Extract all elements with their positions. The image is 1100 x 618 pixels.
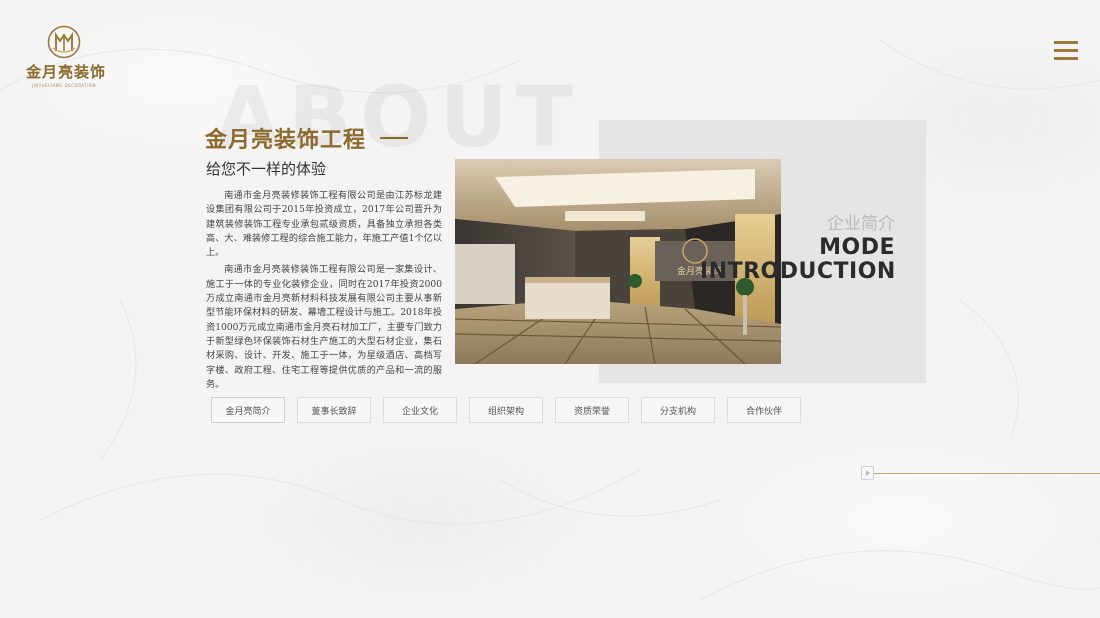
tab-company-profile[interactable]: 金月亮简介 [211, 397, 285, 423]
menu-button[interactable] [1054, 41, 1078, 61]
brand-name: 金月亮装饰 [26, 63, 107, 81]
tab-chairman-message[interactable]: 董事长致辞 [297, 397, 371, 423]
hamburger-icon [1054, 57, 1078, 60]
moon-logo-icon [47, 25, 81, 59]
hamburger-icon [1054, 49, 1078, 52]
tab-qualifications[interactable]: 资质荣誉 [555, 397, 629, 423]
tab-partners[interactable]: 合作伙伴 [727, 397, 801, 423]
page-title: 金月亮装饰工程 [205, 128, 367, 153]
intro-paragraph: 南通市金月亮装修装饰工程有限公司是一家集设计、施工于一体的专业化装修企业，同时在… [206, 265, 442, 390]
tab-branches[interactable]: 分支机构 [641, 397, 715, 423]
introduction-line: INTRODUCTION [700, 259, 896, 284]
about-tabs: 金月亮简介 董事长致辞 企业文化 组织架构 资质荣誉 分支机构 合作伙伴 [211, 397, 813, 423]
mode-line: MODE [819, 235, 895, 260]
intro-paragraph: 南通市金月亮装修装饰工程有限公司是由江苏标龙建设集团有限公司于2015年投资成立… [206, 191, 442, 259]
slider-handle-icon[interactable] [861, 466, 874, 480]
section-heading: 金月亮装饰工程 [205, 122, 409, 154]
tab-corporate-culture[interactable]: 企业文化 [383, 397, 457, 423]
title-divider [380, 137, 409, 139]
company-intro: 南通市金月亮装修装饰工程有限公司是由江苏标龙建设集团有限公司于2015年投资成立… [206, 189, 442, 395]
brand-logo[interactable]: 金月亮装饰 JINYUELIANG DECORATION [26, 24, 107, 88]
brand-subtitle: JINYUELIANG DECORATION [31, 83, 97, 88]
mode-introduction-heading: MODE INTRODUCTION [700, 236, 895, 284]
tab-organization[interactable]: 组织架构 [469, 397, 543, 423]
slider-track [873, 473, 1100, 474]
panel-label: 企业简介 [827, 214, 895, 234]
hamburger-icon [1054, 41, 1078, 44]
page-subtitle: 给您不一样的体验 [206, 160, 327, 178]
